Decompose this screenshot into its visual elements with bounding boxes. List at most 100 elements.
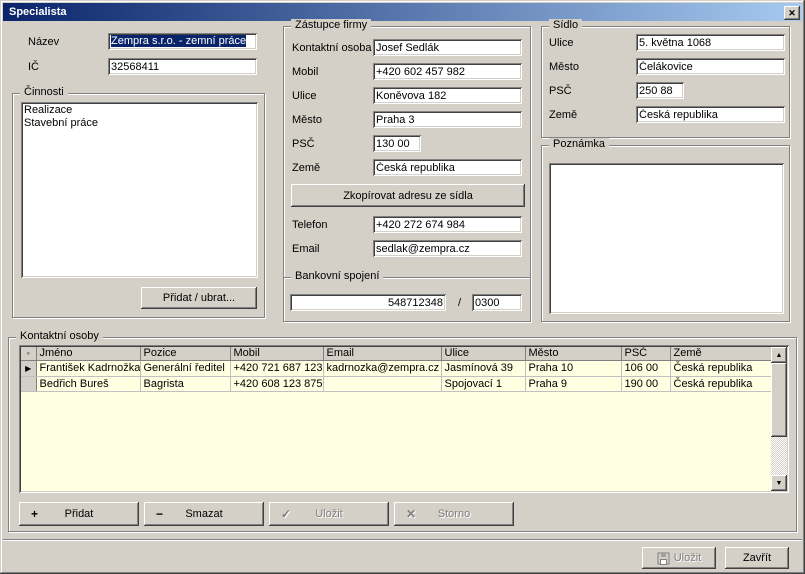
add-contact-button[interactable]: + Přidat bbox=[19, 502, 139, 526]
sidlo-group-label: Sídlo bbox=[549, 19, 582, 32]
email-input[interactable] bbox=[373, 240, 522, 257]
psc-input[interactable] bbox=[373, 135, 421, 152]
contacts-grid: ◦ Jméno Pozice Mobil Email Ulice Město P… bbox=[19, 345, 789, 493]
mobil-input[interactable] bbox=[373, 63, 522, 80]
nazev-label: Název bbox=[28, 36, 59, 48]
email-label: Email bbox=[292, 243, 320, 255]
cross-icon: ✕ bbox=[406, 509, 416, 519]
poznamka-group: Poznámka bbox=[541, 145, 790, 322]
sidlo-zeme-input[interactable] bbox=[636, 106, 785, 123]
contact-row[interactable]: ▶ František Kadrnožka Generální ředitel … bbox=[21, 360, 771, 376]
cell-pozice: Generální ředitel bbox=[140, 360, 230, 376]
save-contact-button[interactable]: ✓ Uložit bbox=[269, 502, 389, 526]
poznamka-textarea[interactable] bbox=[549, 163, 784, 314]
cancel-contact-label: Storno bbox=[438, 508, 470, 520]
contacts-group-label: Kontaktní osoby bbox=[16, 330, 103, 343]
sidlo-psc-label: PSČ bbox=[549, 85, 572, 97]
zeme-input[interactable] bbox=[373, 159, 522, 176]
sidlo-mesto-input[interactable] bbox=[636, 58, 785, 75]
cell-zeme: Česká republika bbox=[670, 360, 771, 376]
plus-icon: + bbox=[31, 509, 38, 519]
account-number-input[interactable] bbox=[290, 294, 446, 311]
telefon-input[interactable] bbox=[373, 216, 522, 233]
edit-activities-button[interactable]: Přidat / ubrat... bbox=[141, 287, 257, 309]
close-icon[interactable]: ✕ bbox=[784, 6, 800, 20]
column-header-ulice[interactable]: Ulice bbox=[441, 347, 525, 360]
zastupce-group: Zástupce firmy Kontaktní osoba Mobil Uli… bbox=[283, 26, 531, 278]
psc-label: PSČ bbox=[292, 138, 315, 150]
sidlo-ulice-label: Ulice bbox=[549, 37, 573, 49]
check-icon: ✓ bbox=[281, 509, 291, 519]
title-bar[interactable]: Specialista bbox=[3, 3, 802, 21]
contact-person-input[interactable] bbox=[373, 39, 522, 56]
scrollbar-thumb[interactable] bbox=[771, 363, 787, 437]
bank-group-label: Bankovní spojení bbox=[291, 270, 383, 283]
specialista-dialog: Specialista ✕ Název Zempra s.r.o. - zemn… bbox=[0, 0, 805, 574]
sidlo-ulice-input[interactable] bbox=[636, 34, 785, 51]
window-title: Specialista bbox=[9, 6, 66, 18]
contacts-group: Kontaktní osoby ◦ Jméno Pozice Mobil Ema… bbox=[8, 337, 797, 532]
scroll-down-icon[interactable]: ▼ bbox=[771, 475, 787, 491]
column-header-psc[interactable]: PSČ bbox=[621, 347, 670, 360]
cell-email: kadrnozka@zempra.cz bbox=[323, 360, 441, 376]
ulice-input[interactable] bbox=[373, 87, 522, 104]
telefon-label: Telefon bbox=[292, 219, 327, 231]
cell-ulice: Spojovací 1 bbox=[441, 376, 525, 391]
contact-row[interactable]: Bedřich Bureš Bagrista +420 608 123 875 … bbox=[21, 376, 771, 391]
footer-divider bbox=[3, 539, 802, 541]
delete-contact-button[interactable]: − Smazat bbox=[144, 502, 264, 526]
floppy-icon bbox=[657, 552, 670, 565]
zeme-label: Země bbox=[292, 162, 320, 174]
activity-item[interactable]: Realizace bbox=[24, 104, 255, 117]
current-row-icon: ▶ bbox=[25, 364, 31, 373]
column-header-email[interactable]: Email bbox=[323, 347, 441, 360]
contacts-table: ◦ Jméno Pozice Mobil Email Ulice Město P… bbox=[21, 347, 772, 392]
nazev-input[interactable]: Zempra s.r.o. - zemní práce bbox=[108, 33, 257, 50]
close-button[interactable]: Zavřít bbox=[725, 547, 789, 569]
save-contact-label: Uložit bbox=[315, 508, 343, 520]
indicator-column-header[interactable]: ◦ bbox=[21, 347, 36, 360]
save-button[interactable]: Uložit bbox=[642, 547, 716, 569]
indicator-header-icon: ◦ bbox=[27, 348, 30, 358]
zastupce-group-label: Zástupce firmy bbox=[291, 19, 371, 32]
column-header-mobil[interactable]: Mobil bbox=[230, 347, 323, 360]
scroll-up-icon[interactable]: ▲ bbox=[771, 347, 787, 363]
delete-contact-label: Smazat bbox=[185, 508, 222, 520]
cell-zeme: Česká republika bbox=[670, 376, 771, 391]
cell-psc: 106 00 bbox=[621, 360, 670, 376]
copy-address-button[interactable]: Zkopírovat adresu ze sídla bbox=[291, 184, 525, 207]
activities-listbox[interactable]: Realizace Stavební práce bbox=[21, 102, 258, 278]
minus-icon: − bbox=[156, 509, 163, 519]
contact-person-label: Kontaktní osoba bbox=[292, 42, 372, 54]
nazev-selected-text: Zempra s.r.o. - zemní práce bbox=[111, 35, 246, 47]
sidlo-zeme-label: Země bbox=[549, 109, 577, 121]
ic-input[interactable] bbox=[108, 58, 257, 75]
bank-code-input[interactable] bbox=[472, 294, 522, 311]
account-separator: / bbox=[458, 297, 461, 309]
sidlo-group: Sídlo Ulice Město PSČ Země bbox=[541, 26, 790, 138]
cell-ulice: Jasmínová 39 bbox=[441, 360, 525, 376]
add-contact-label: Přidat bbox=[65, 508, 94, 520]
cell-mesto: Praha 10 bbox=[525, 360, 621, 376]
grid-vertical-scrollbar[interactable]: ▲ ▼ bbox=[771, 347, 787, 491]
cell-mobil: +420 721 687 123 bbox=[230, 360, 323, 376]
sidlo-psc-input[interactable] bbox=[636, 82, 684, 99]
mesto-input[interactable] bbox=[373, 111, 522, 128]
cell-pozice: Bagrista bbox=[140, 376, 230, 391]
sidlo-mesto-label: Město bbox=[549, 61, 579, 73]
cell-email bbox=[323, 376, 441, 391]
column-header-zeme[interactable]: Země bbox=[670, 347, 771, 360]
bank-group: Bankovní spojení / bbox=[283, 277, 531, 322]
cell-mobil: +420 608 123 875 bbox=[230, 376, 323, 391]
column-header-mesto[interactable]: Město bbox=[525, 347, 621, 360]
close-button-label: Zavřít bbox=[743, 552, 771, 564]
cancel-contact-button[interactable]: ✕ Storno bbox=[394, 502, 514, 526]
activity-item[interactable]: Stavební práce bbox=[24, 117, 255, 130]
column-header-jmeno[interactable]: Jméno bbox=[36, 347, 140, 360]
column-header-pozice[interactable]: Pozice bbox=[140, 347, 230, 360]
mobil-label: Mobil bbox=[292, 66, 318, 78]
save-button-label: Uložit bbox=[674, 552, 702, 564]
row-indicator-cell bbox=[21, 376, 36, 391]
mesto-label: Město bbox=[292, 114, 322, 126]
cell-psc: 190 00 bbox=[621, 376, 670, 391]
